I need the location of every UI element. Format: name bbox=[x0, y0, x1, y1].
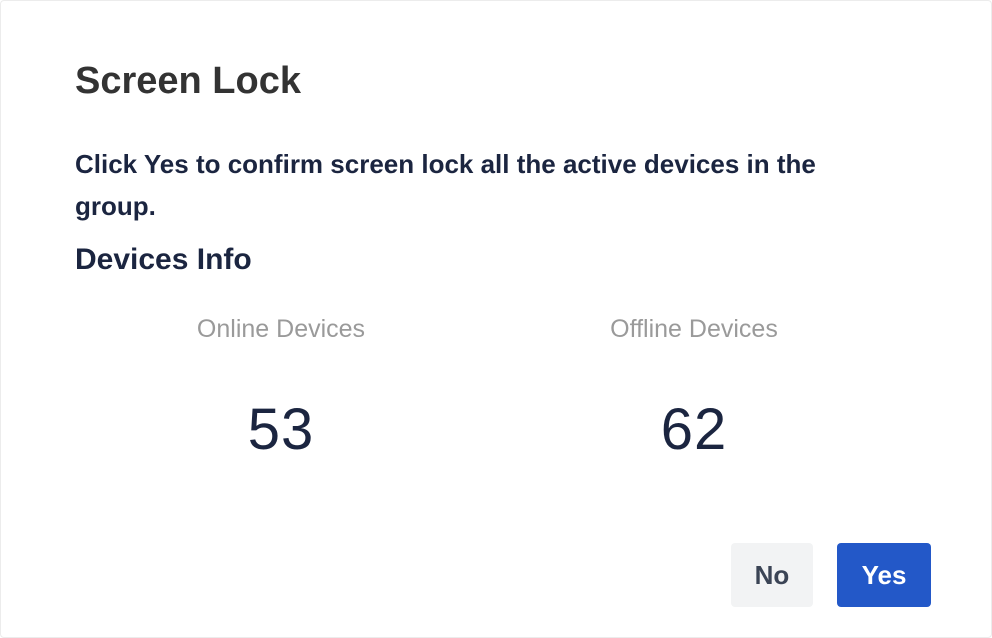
dialog-title: Screen Lock bbox=[75, 60, 301, 102]
confirmation-message: Click Yes to confirm screen lock all the… bbox=[75, 149, 816, 221]
offline-devices-stat: Offline Devices 62 bbox=[534, 307, 854, 463]
yes-button[interactable]: Yes bbox=[837, 543, 931, 607]
online-devices-label: Online Devices bbox=[196, 315, 366, 343]
offline-devices-label: Offline Devices bbox=[610, 315, 778, 343]
screen-lock-dialog: Screen Lock Click Yes to confirm screen … bbox=[0, 0, 992, 638]
no-button[interactable]: No bbox=[731, 543, 813, 607]
devices-info-heading: Devices Info bbox=[75, 243, 252, 276]
online-devices-stat: Online Devices 53 bbox=[121, 307, 441, 463]
offline-devices-count: 62 bbox=[660, 397, 728, 462]
online-devices-count: 53 bbox=[247, 397, 315, 462]
